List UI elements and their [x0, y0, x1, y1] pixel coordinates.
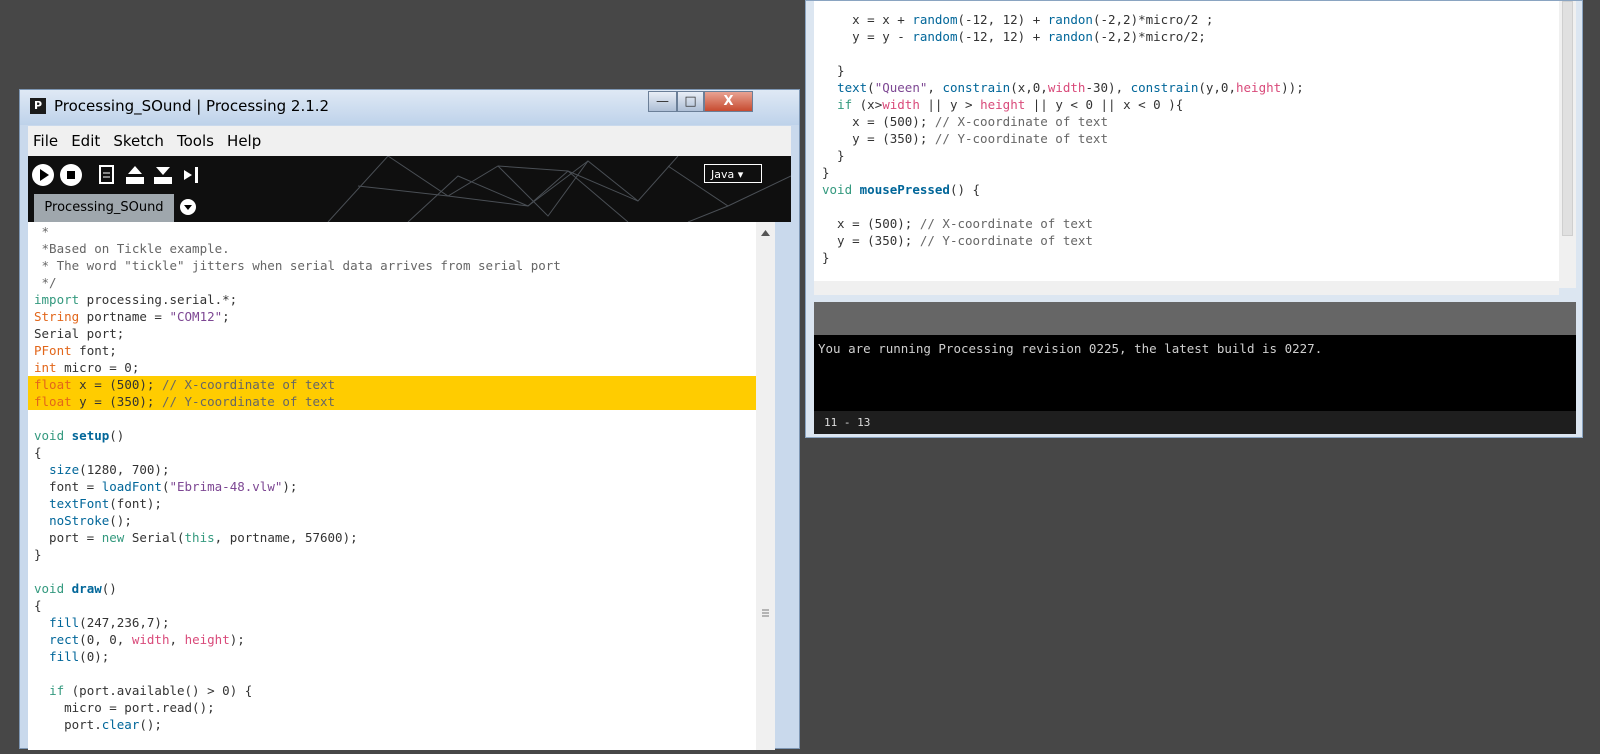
open-button[interactable]: [124, 164, 146, 186]
new-button[interactable]: [96, 164, 118, 186]
code-line: fill(0);: [49, 649, 110, 664]
code-editor[interactable]: * *Based on Tickle example. * The word "…: [28, 222, 756, 750]
code-line: float y = (350); // Y-coordinate of text: [34, 394, 336, 409]
save-icon: [154, 167, 172, 184]
menu-help[interactable]: Help: [224, 126, 264, 156]
code-line: *: [34, 224, 50, 239]
menu-bar: File Edit Sketch Tools Help: [28, 126, 791, 156]
code-line: port.clear();: [34, 717, 162, 732]
menu-tools[interactable]: Tools: [174, 126, 217, 156]
mode-selector[interactable]: Java ▾: [704, 164, 762, 183]
code-line: x = (500); // X-coordinate of text: [822, 114, 1108, 129]
scroll-thumb[interactable]: [1562, 1, 1573, 236]
code-line: x = x + random(-12, 12) + randon(-2,2)*m…: [822, 12, 1214, 27]
run-button[interactable]: [32, 164, 54, 186]
code-line: import processing.serial.*;: [34, 292, 238, 307]
horizontal-scrollbar[interactable]: [814, 281, 1559, 295]
code-line: }: [822, 63, 845, 78]
code-line: }: [822, 250, 830, 265]
console-message: You are running Processing revision 0225…: [818, 341, 1323, 356]
code-line: {: [34, 445, 42, 460]
export-icon: [184, 167, 198, 183]
code-line: y = (350); // Y-coordinate of text: [822, 233, 1093, 248]
window-title: Processing_SOund | Processing 2.1.2: [54, 97, 330, 115]
maximize-button[interactable]: □: [677, 91, 704, 112]
message-bar: [814, 302, 1576, 335]
code-line: void draw(): [34, 581, 117, 596]
code-line: String portname = "COM12";: [34, 309, 230, 324]
code-line: *Based on Tickle example.: [34, 241, 230, 256]
open-icon: [126, 166, 144, 184]
processing-logo-icon: P: [30, 98, 46, 114]
close-button[interactable]: X: [704, 91, 753, 112]
code-line: size(1280, 700);: [49, 462, 170, 477]
code-line: if (x>width || y > height || y < 0 || x …: [837, 97, 1184, 112]
code-line: port = new Serial(this, portname, 57600)…: [34, 530, 358, 545]
export-button[interactable]: [180, 164, 202, 186]
console[interactable]: You are running Processing revision 0225…: [814, 335, 1576, 411]
vertical-scrollbar[interactable]: [756, 222, 775, 750]
tab-menu-button[interactable]: [180, 199, 196, 215]
code-line: y = (350); // Y-coordinate of text: [822, 131, 1108, 146]
code-line: font = loadFont("Ebrima-48.vlw");: [34, 479, 298, 494]
code-line: void setup(): [34, 428, 125, 443]
code-line: micro = port.read();: [34, 700, 215, 715]
menu-edit[interactable]: Edit: [68, 126, 103, 156]
toolbar: Java ▾ Processing_SOund: [28, 156, 791, 222]
code-line: * The word "tickle" jitters when serial …: [34, 258, 561, 273]
code-line: {: [34, 598, 42, 613]
run-icon: [40, 169, 49, 181]
code-line: textFont(font);: [49, 496, 162, 511]
code-line: Serial port;: [34, 326, 125, 341]
secondary-editor-window: x = x + random(-12, 12) + randon(-2,2)*m…: [805, 0, 1583, 438]
code-line: int micro = 0;: [34, 360, 140, 375]
code-editor-right[interactable]: x = x + random(-12, 12) + randon(-2,2)*m…: [814, 1, 1559, 288]
code-line: noStroke();: [49, 513, 132, 528]
processing-window: P Processing_SOund | Processing 2.1.2 — …: [19, 89, 800, 750]
code-line: }: [34, 547, 42, 562]
code-line: x = (500); // X-coordinate of text: [822, 216, 1093, 231]
menu-file[interactable]: File: [30, 126, 61, 156]
tab-processing-sound[interactable]: Processing_SOund: [34, 194, 174, 222]
code-line: text("Queen", constrain(x,0,width-30), c…: [837, 80, 1304, 95]
stop-button[interactable]: [60, 164, 82, 186]
code-line: if (port.available() > 0) {: [49, 683, 253, 698]
stop-icon: [67, 171, 75, 179]
vertical-scrollbar[interactable]: [1559, 1, 1576, 288]
code-line: fill(247,236,7);: [49, 615, 170, 630]
new-icon: [99, 165, 114, 184]
code-line: }: [822, 148, 845, 163]
code-line: void mousePressed() {: [822, 182, 981, 197]
code-line: PFont font;: [34, 343, 117, 358]
code-line: rect(0, 0, width, height);: [49, 632, 245, 647]
menu-sketch[interactable]: Sketch: [110, 126, 167, 156]
code-line: */: [34, 275, 57, 290]
chevron-down-icon: [184, 205, 192, 210]
scroll-arrows: [761, 230, 770, 617]
code-line: }: [822, 165, 830, 180]
code-line: y = y - random(-12, 12) + randon(-2,2)*m…: [822, 29, 1206, 44]
code-line: float x = (500); // X-coordinate of text: [34, 377, 336, 392]
save-button[interactable]: [152, 164, 174, 186]
status-bar: 11 - 13: [814, 411, 1576, 434]
line-indicator: 11 - 13: [824, 416, 871, 429]
minimize-button[interactable]: —: [648, 91, 677, 112]
title-bar[interactable]: P Processing_SOund | Processing 2.1.2 — …: [20, 90, 799, 125]
